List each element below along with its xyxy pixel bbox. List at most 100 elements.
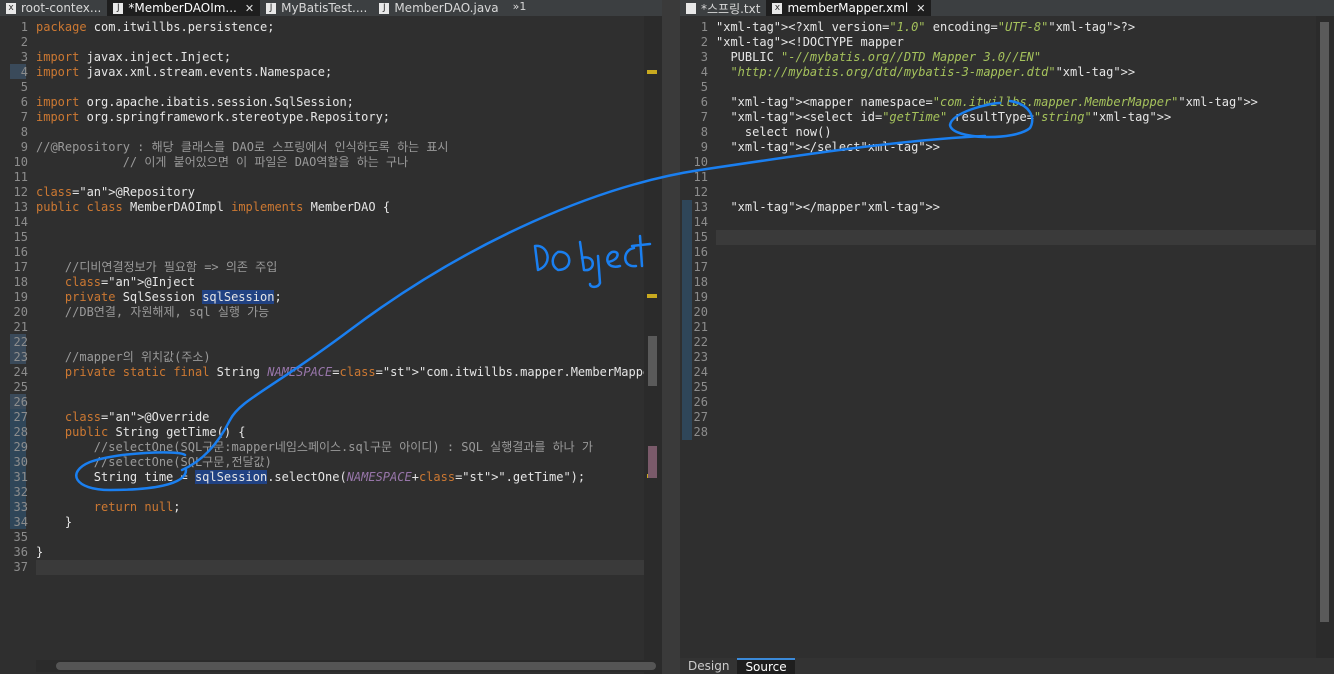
- code-line[interactable]: 18 class="an">@Inject: [14, 275, 644, 290]
- code-line[interactable]: 33 return null;: [14, 500, 644, 515]
- code-line[interactable]: 18: [694, 275, 1316, 290]
- java-code-editor[interactable]: 1 package com.itwillbs.persistence; 2 3 impo…: [0, 16, 662, 674]
- close-icon[interactable]: ✕: [916, 2, 925, 15]
- code-line[interactable]: 16: [14, 245, 644, 260]
- code-line[interactable]: 27 class="an">@Override: [14, 410, 644, 425]
- code-line[interactable]: 28 public String getTime() {: [14, 425, 644, 440]
- scrollbar-thumb[interactable]: [648, 446, 657, 478]
- code-line[interactable]: 28: [694, 425, 1316, 440]
- code-line[interactable]: 24: [694, 365, 1316, 380]
- code-line[interactable]: 12: [694, 185, 1316, 200]
- code-line[interactable]: 14: [694, 215, 1316, 230]
- tab-root-context[interactable]: x root-contex...: [0, 0, 107, 16]
- xml-editor-tabbar: *스프링.txt x memberMapper.xml ✕: [680, 0, 1334, 16]
- code-line[interactable]: 13 public class MemberDAOImpl implements …: [14, 200, 644, 215]
- code-line[interactable]: 25: [14, 380, 644, 395]
- code-line[interactable]: 6 "xml-tag"><mapper namespace="com.itwil…: [701, 95, 1316, 110]
- code-line[interactable]: 34 }: [14, 515, 644, 530]
- code-line[interactable]: 23 //mapper의 위치값(주소): [14, 350, 644, 365]
- code-line[interactable]: 21: [694, 320, 1316, 335]
- code-line[interactable]: 17: [694, 260, 1316, 275]
- code-line[interactable]: 36}: [14, 545, 644, 560]
- vertical-scrollbar[interactable]: [1316, 16, 1334, 658]
- horizontal-scrollbar[interactable]: [36, 660, 656, 672]
- code-line[interactable]: 5: [21, 80, 644, 95]
- code-text: select now(): [716, 125, 832, 139]
- code-line[interactable]: 5: [701, 80, 1316, 95]
- pane-splitter[interactable]: [662, 0, 680, 674]
- code-line[interactable]: 12 class="an">@Repository: [14, 185, 644, 200]
- code-line[interactable]: 15: [14, 230, 644, 245]
- code-line[interactable]: 1 package com.itwillbs.persistence;: [21, 20, 644, 35]
- vertical-scrollbar[interactable]: [644, 16, 662, 674]
- code-line[interactable]: 1 "xml-tag"><?xml version="1.0" encoding=…: [701, 20, 1316, 35]
- code-line[interactable]: 31 String time = sqlSession.selectOne(NA…: [14, 470, 644, 485]
- code-line[interactable]: 32: [14, 485, 644, 500]
- code-line[interactable]: 7 import org.springframework.stereotype.R…: [21, 110, 644, 125]
- scrollbar-thumb[interactable]: [1320, 22, 1329, 622]
- code-line[interactable]: 20: [694, 305, 1316, 320]
- code-line[interactable]: 3 import javax.inject.Inject;: [21, 50, 644, 65]
- code-line[interactable]: 29 //selectOne(SQL구문:mapper네임스페이스.sql구문 …: [14, 440, 644, 455]
- line-number: 7: [700, 110, 708, 124]
- more-tabs-button[interactable]: »1: [505, 0, 535, 16]
- code-line[interactable]: 27: [694, 410, 1316, 425]
- code-line[interactable]: 19: [694, 290, 1316, 305]
- tab-mybatis-test[interactable]: J MyBatisTest....: [260, 0, 373, 16]
- code-line[interactable]: 10 // 이게 붙어있으면 이 파일은 DAO역할을 하는 구나: [14, 155, 644, 170]
- line-number: 12: [693, 185, 708, 199]
- code-line[interactable]: 26: [694, 395, 1316, 410]
- code-line[interactable]: 2: [21, 35, 644, 50]
- code-line[interactable]: 4 "http://mybatis.org/dtd/mybatis-3-mapp…: [701, 65, 1316, 80]
- tab-design[interactable]: Design: [680, 658, 737, 674]
- tab-member-mapper-xml[interactable]: x memberMapper.xml ✕: [766, 0, 932, 16]
- code-line[interactable]: 4 import javax.xml.stream.events.Namespac…: [21, 65, 644, 80]
- code-line[interactable]: 8 select now(): [701, 125, 1316, 140]
- code-line[interactable]: 9 "xml-tag"></select"xml-tag">>: [701, 140, 1316, 155]
- code-line[interactable]: 35: [14, 530, 644, 545]
- code-line[interactable]: 3 PUBLIC "-//mybatis.org//DTD Mapper 3.0…: [701, 50, 1316, 65]
- code-line[interactable]: 7 "xml-tag"><select id="getTime" resultT…: [701, 110, 1316, 125]
- code-line[interactable]: 16: [694, 245, 1316, 260]
- line-number: 25: [693, 380, 708, 394]
- close-icon[interactable]: ✕: [245, 2, 254, 15]
- code-line[interactable]: 6 import org.apache.ibatis.session.SqlSes…: [21, 95, 644, 110]
- code-line[interactable]: 15: [694, 230, 1316, 245]
- tab-label: MyBatisTest....: [281, 1, 368, 15]
- xml-code-area[interactable]: 1 "xml-tag"><?xml version="1.0" encoding=…: [694, 20, 1316, 658]
- xml-code-editor[interactable]: 1 "xml-tag"><?xml version="1.0" encoding=…: [680, 16, 1334, 658]
- code-line[interactable]: 26: [14, 395, 644, 410]
- line-number: 28: [13, 425, 28, 439]
- code-line[interactable]: 37: [14, 560, 644, 575]
- tab-member-dao-impl[interactable]: J *MemberDAOIm... ✕: [107, 0, 261, 16]
- tab-member-dao[interactable]: J MemberDAO.java: [373, 0, 504, 16]
- line-number: 22: [13, 335, 28, 349]
- code-line[interactable]: 2 "xml-tag"><!DOCTYPE mapper: [701, 35, 1316, 50]
- code-line[interactable]: 24 private static final String NAMESPACE…: [14, 365, 662, 380]
- code-text: // 이게 붙어있으면 이 파일은 DAO역할을 하는 구나: [36, 155, 409, 169]
- code-line[interactable]: 10: [694, 155, 1316, 170]
- code-line[interactable]: 19 private SqlSession sqlSession;: [14, 290, 644, 305]
- code-line[interactable]: 21: [14, 320, 644, 335]
- tab-source[interactable]: Source: [737, 658, 795, 674]
- code-text: "xml-tag"><!DOCTYPE mapper: [716, 35, 904, 49]
- java-code-area[interactable]: 1 package com.itwillbs.persistence; 2 3 impo…: [14, 20, 662, 674]
- code-line[interactable]: 13 "xml-tag"></mapper"xml-tag">>: [694, 200, 1316, 215]
- code-line[interactable]: 9 //@Repository : 해당 클래스를 DAO로 스프링에서 인식하도…: [21, 140, 644, 155]
- line-number: 20: [13, 305, 28, 319]
- code-line[interactable]: 23: [694, 350, 1316, 365]
- code-line[interactable]: 8: [21, 125, 644, 140]
- code-line[interactable]: 11: [694, 170, 1316, 185]
- code-text: import javax.xml.stream.events.Namespace…: [36, 65, 333, 79]
- tab-spring-txt[interactable]: *스프링.txt: [680, 0, 766, 16]
- code-line[interactable]: 11: [14, 170, 644, 185]
- code-line[interactable]: 14: [14, 215, 644, 230]
- scrollbar-thumb[interactable]: [648, 336, 657, 386]
- code-line[interactable]: 25: [694, 380, 1316, 395]
- code-line[interactable]: 30 //selectOne(SQL구문,전달값): [14, 455, 644, 470]
- scrollbar-thumb[interactable]: [56, 662, 656, 670]
- code-line[interactable]: 20 //DB연결, 자원해제, sql 실행 가능: [14, 305, 644, 320]
- code-line[interactable]: 22: [694, 335, 1316, 350]
- code-line[interactable]: 17 //디비연결정보가 필요함 => 의존 주입: [14, 260, 644, 275]
- code-line[interactable]: 22: [14, 335, 644, 350]
